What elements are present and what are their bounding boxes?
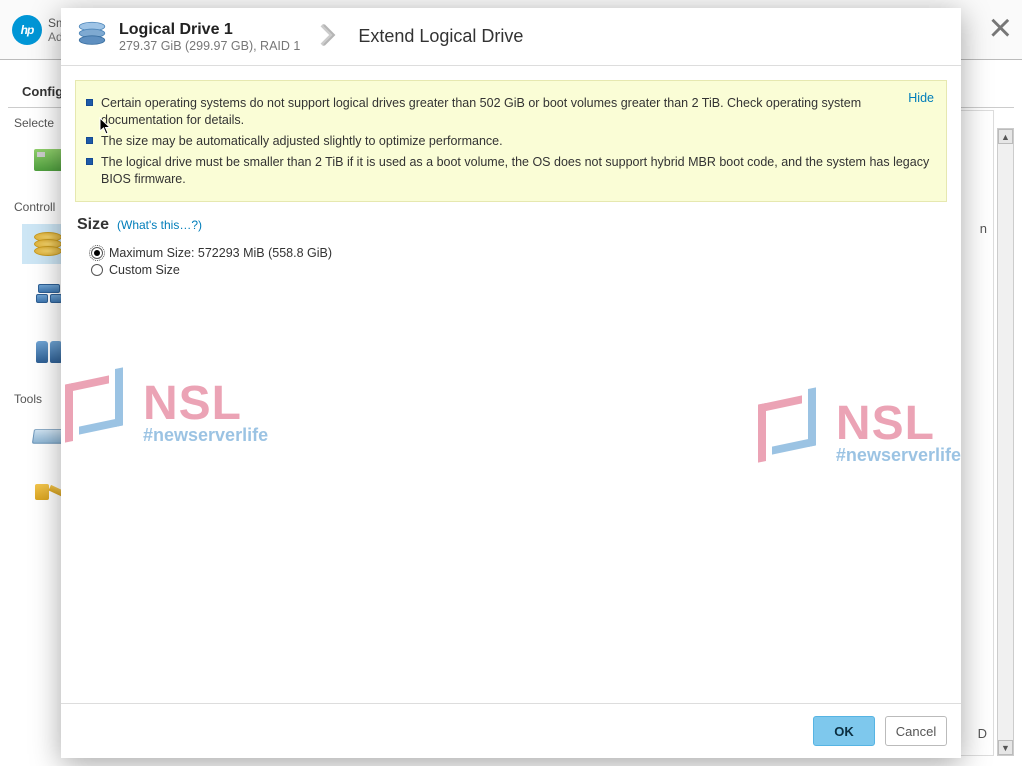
watermark-big: NSL bbox=[836, 396, 961, 451]
dialog-body: Hide Certain operating systems do not su… bbox=[61, 66, 961, 703]
cancel-button[interactable]: Cancel bbox=[885, 716, 947, 746]
watermark-logo-icon bbox=[61, 366, 131, 456]
watermark: NSL#newserverlife bbox=[61, 366, 268, 456]
ok-button[interactable]: OK bbox=[813, 716, 875, 746]
size-label: Size bbox=[77, 216, 109, 234]
watermark-small: #newserverlife bbox=[836, 445, 961, 466]
chevron-right-icon bbox=[320, 24, 338, 49]
watermark-small: #newserverlife bbox=[143, 425, 268, 446]
dialog-drive-title: Logical Drive 1 bbox=[119, 21, 300, 39]
bullet-icon bbox=[86, 158, 93, 165]
radio-custom-size[interactable]: Custom Size bbox=[91, 263, 947, 277]
bullet-icon bbox=[86, 99, 93, 106]
watermark: NSL#newserverlife bbox=[754, 386, 961, 476]
dialog-footer: OK Cancel bbox=[61, 703, 961, 758]
dialog-drive-details: 279.37 GiB (299.97 GB), RAID 1 bbox=[119, 39, 300, 53]
dialog-title-group: Logical Drive 1 279.37 GiB (299.97 GB), … bbox=[119, 21, 300, 53]
watermark-logo-icon bbox=[754, 386, 824, 476]
whats-this-link[interactable]: (What's this…?) bbox=[117, 218, 202, 232]
dialog-header: Logical Drive 1 279.37 GiB (299.97 GB), … bbox=[61, 8, 961, 66]
info-item: Certain operating systems do not support… bbox=[86, 95, 934, 129]
radio-icon bbox=[91, 264, 103, 276]
info-notice-box: Hide Certain operating systems do not su… bbox=[75, 80, 947, 202]
extend-logical-drive-dialog: Logical Drive 1 279.37 GiB (299.97 GB), … bbox=[61, 8, 961, 758]
modal-overlay: Logical Drive 1 279.37 GiB (299.97 GB), … bbox=[0, 0, 1022, 766]
dialog-action-title: Extend Logical Drive bbox=[358, 26, 523, 47]
radio-custom-size-label: Custom Size bbox=[109, 263, 180, 277]
info-item: The size may be automatically adjusted s… bbox=[86, 133, 934, 150]
info-text: The size may be automatically adjusted s… bbox=[101, 133, 503, 150]
radio-icon bbox=[91, 247, 103, 259]
radio-max-size[interactable]: Maximum Size: 572293 MiB (558.8 GiB) bbox=[91, 246, 947, 260]
info-text: The logical drive must be smaller than 2… bbox=[101, 154, 934, 188]
size-heading-row: Size (What's this…?) bbox=[77, 216, 947, 234]
logical-drive-icon bbox=[75, 18, 109, 55]
info-item: The logical drive must be smaller than 2… bbox=[86, 154, 934, 188]
info-text: Certain operating systems do not support… bbox=[101, 95, 934, 129]
bullet-icon bbox=[86, 137, 93, 144]
size-radio-group: Maximum Size: 572293 MiB (558.8 GiB) Cus… bbox=[91, 246, 947, 277]
hide-notice-link[interactable]: Hide bbox=[908, 91, 934, 105]
watermark-big: NSL bbox=[143, 376, 268, 431]
radio-max-size-label: Maximum Size: 572293 MiB (558.8 GiB) bbox=[109, 246, 332, 260]
